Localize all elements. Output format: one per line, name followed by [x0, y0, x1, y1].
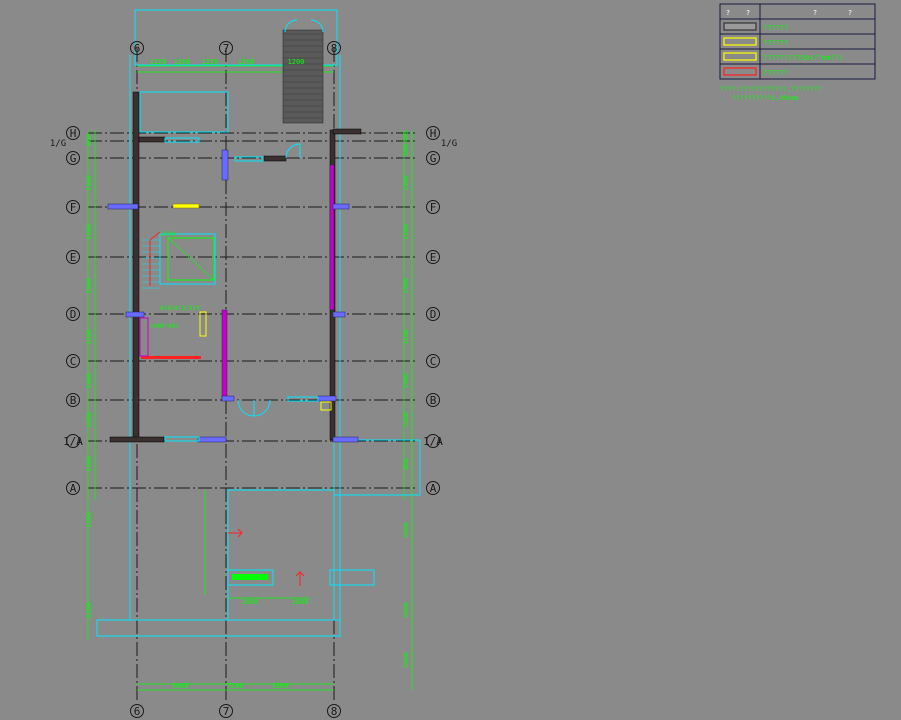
dim-top-0: 1220 — [150, 58, 167, 66]
dim-left-6: 1500 — [85, 412, 93, 428]
dim-right-8: 800 — [402, 458, 410, 470]
dim-left-2: 1500 — [85, 224, 93, 240]
row-bubble-right-5: C — [430, 355, 437, 368]
row-bubble-right-1: G — [430, 152, 437, 165]
row-bubble-left-1: G — [70, 152, 77, 165]
brick-hatch-area — [282, 29, 324, 124]
col-bubble-bottom-0: 6 — [134, 705, 141, 718]
dim-site-1: 1800 — [292, 598, 309, 606]
row-bubble-right-7: 1/A — [423, 435, 443, 448]
row-bubble-right-8: A — [430, 482, 437, 495]
partition-right — [329, 164, 335, 311]
row-bubble-right-0: H — [430, 127, 437, 140]
legend-header-0: ? — [726, 9, 730, 17]
row-bubble-left-5: C — [70, 355, 77, 368]
dim-right-3: 1500 — [402, 224, 410, 240]
col-bubble-top-1: 7 — [223, 42, 230, 55]
legend-label-3: ?????? — [763, 69, 788, 77]
row-bubble-right-2: F — [430, 201, 437, 214]
dim-left-5: 1500 — [85, 373, 93, 389]
dim-right-7: 1200 — [402, 412, 410, 428]
row-bubble-right-1g: 1/G — [441, 139, 457, 149]
dim-left-7: 1500 — [85, 456, 93, 472]
dim-left-3: 1500 — [85, 278, 93, 294]
dim-right-4: 1500 — [402, 278, 410, 294]
col-bubble-top-2: 8 — [331, 42, 338, 55]
row-bubble-right-3: E — [430, 251, 437, 264]
partition-1a-right — [332, 436, 359, 443]
legend-label-2: ??????(??50×??mm??) — [763, 54, 843, 62]
planter-label-bar — [232, 574, 268, 580]
row-bubble-left-3: E — [70, 251, 77, 264]
legend-header-1: ? — [746, 9, 750, 17]
legend-note-1: ????:????????????,???????? — [720, 85, 822, 93]
legend-header-2: ? — [813, 9, 817, 17]
dim-top-2: 1220 — [202, 58, 219, 66]
legend-label-1: ?????? — [763, 39, 788, 47]
dim-bottom-1: 7200 — [227, 682, 244, 690]
row-bubble-left-1g: 1/G — [50, 139, 66, 149]
row-bubble-left-8: A — [70, 482, 77, 495]
dim-bottom-2: 3800 — [272, 682, 289, 690]
partition-b-left — [221, 395, 235, 402]
dim-right-6: 1500 — [402, 373, 410, 389]
legend-label-0: ?????? — [763, 24, 788, 32]
col-bubble-bottom-1: 7 — [223, 705, 230, 718]
row-bubble-right-6: B — [430, 394, 437, 407]
dim-right-10: 2000 — [402, 602, 410, 618]
row-bubble-left-7: 1/A — [63, 435, 83, 448]
dim-top-1: 1300 — [174, 58, 191, 66]
wall-g-mid — [263, 155, 287, 162]
floor-plan-drawing: LG048(8)4(3/3)31000(40) H HG GF FE ED DC CB B1/… — [0, 0, 901, 720]
legend-swatch-0 — [723, 22, 757, 31]
dim-right-1: 800 — [402, 144, 410, 156]
partition-1a-mid — [197, 436, 227, 443]
kitchen-label: 1000(40) — [150, 323, 179, 330]
stair-ref-label: 8(8)4(3/3)3 — [160, 305, 200, 312]
dim-right-11: 2000 — [402, 652, 410, 668]
dim-left-8: 1500 — [85, 512, 93, 528]
partition-b-right — [317, 395, 337, 402]
row-bubble-left-4: D — [70, 308, 77, 321]
col-bubble-bottom-2: 8 — [331, 705, 338, 718]
wall-h-left — [138, 136, 166, 143]
row-bubble-left-0: H — [70, 127, 77, 140]
dim-left-0: 800 — [85, 134, 93, 146]
legend-header-3: ? — [848, 9, 852, 17]
dim-right-0: 400 — [402, 131, 410, 143]
legend-note-2: ??????????2,300mm — [732, 94, 799, 102]
stair-label: LG04 — [161, 231, 176, 238]
wall-h-right — [332, 128, 362, 135]
dim-right-9: 2000 — [402, 522, 410, 538]
col-bubble-top-0: 6 — [134, 42, 141, 55]
row-bubble-right-4: D — [430, 308, 437, 321]
dim-top-3: 1200 — [238, 58, 255, 66]
dim-left-1: 1500 — [85, 175, 93, 191]
dim-site-0: 1800 — [242, 598, 259, 606]
partition-f-left — [107, 203, 139, 210]
partition-d-right — [332, 311, 346, 318]
dim-left-9: 2300 — [85, 602, 93, 618]
red-strip-c — [141, 356, 201, 359]
partition-g-left — [221, 149, 229, 181]
dim-top-4: 1200 — [288, 58, 305, 66]
dim-right-5: 1500 — [402, 329, 410, 345]
wall-left-col-6 — [132, 91, 140, 441]
row-bubble-left-2: F — [70, 201, 77, 214]
partition-f-right — [332, 203, 350, 210]
row-bubble-left-6: B — [70, 394, 77, 407]
wall-1a-left — [109, 436, 165, 443]
partition-d-left — [125, 311, 145, 318]
dim-bottom-0: 3400 — [172, 682, 189, 690]
partition-c — [221, 309, 228, 401]
dim-right-2: 1500 — [402, 175, 410, 191]
dim-left-4: 1500 — [85, 329, 93, 345]
yellow-strip-f — [172, 203, 200, 209]
